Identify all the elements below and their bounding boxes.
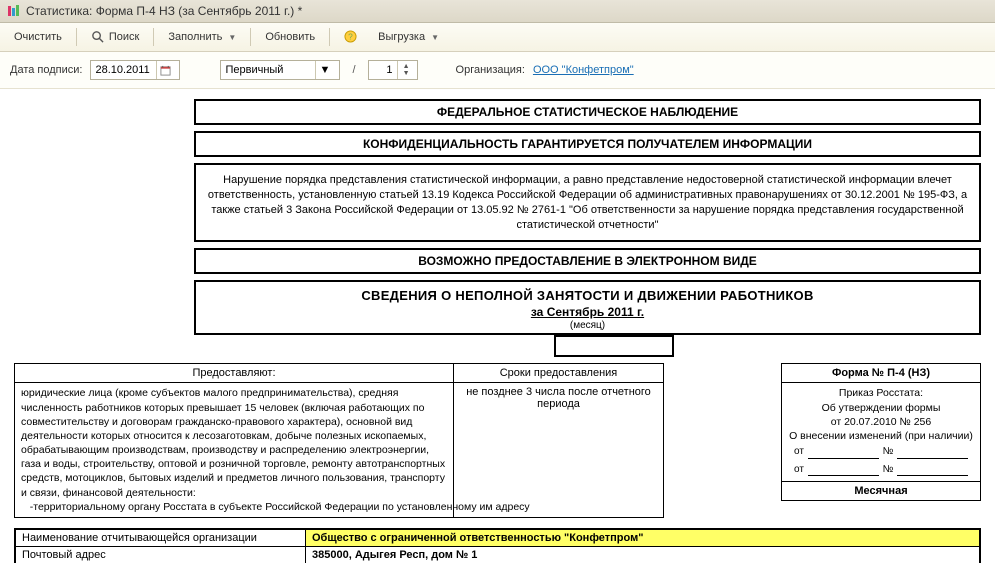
chevron-down-icon: ▼ xyxy=(431,33,439,42)
help-button[interactable]: ? xyxy=(336,26,366,48)
search-icon xyxy=(91,30,105,44)
order-from-line1: от№ xyxy=(788,443,974,461)
svg-text:?: ? xyxy=(348,31,353,41)
number-spinner[interactable]: ▲ ▼ xyxy=(368,60,418,80)
left-header: Предоставляют: xyxy=(14,363,454,383)
mid-body-cell: не позднее 3 числа после отчетного перио… xyxy=(454,383,664,518)
footer-addr-label: Почтовый адрес xyxy=(16,547,306,563)
order-info: Приказ Росстата: Об утверждении формы от… xyxy=(781,383,981,482)
order-line4: О внесении изменений (при наличии) xyxy=(789,430,973,442)
search-button[interactable]: Поиск xyxy=(83,26,147,48)
window-title: Статистика: Форма П-4 НЗ (за Сентябрь 20… xyxy=(26,4,302,18)
form-title-box: СВЕДЕНИЯ О НЕПОЛНОЙ ЗАНЯТОСТИ И ДВИЖЕНИИ… xyxy=(194,280,981,335)
footer-addr-value: 385000, Адыгея Респ, дом № 1 xyxy=(306,547,979,563)
right-order-block: Приказ Росстата: Об утверждении формы от… xyxy=(781,383,981,518)
toolbar-separator xyxy=(329,28,330,46)
info-grid: Предоставляют: Сроки предоставления Форм… xyxy=(14,363,981,383)
spin-up-icon[interactable]: ▲ xyxy=(403,63,410,70)
kind-combo[interactable]: ▼ xyxy=(220,60,340,80)
date-input-wrapper xyxy=(90,60,180,80)
footer-table: Наименование отчитывающейся организации … xyxy=(14,528,981,563)
refresh-label: Обновить xyxy=(265,31,315,43)
window-titlebar: Статистика: Форма П-4 НЗ (за Сентябрь 20… xyxy=(0,0,995,23)
calendar-icon[interactable] xyxy=(156,61,174,79)
toolbar-separator xyxy=(153,28,154,46)
export-button[interactable]: Выгрузка ▼ xyxy=(370,27,447,47)
period-code-box xyxy=(554,335,674,357)
chevron-down-icon[interactable]: ▼ xyxy=(315,61,333,79)
order-line2: Об утверждении формы xyxy=(822,402,941,414)
box-liability: Нарушение порядка представления статисти… xyxy=(194,163,981,242)
org-link[interactable]: ООО "Конфетпром" xyxy=(533,64,634,76)
form-title-l3: (месяц) xyxy=(206,320,969,331)
period-cell: Месячная xyxy=(781,482,981,501)
export-label: Выгрузка xyxy=(378,31,425,43)
box-federal: ФЕДЕРАЛЬНОЕ СТАТИСТИЧЕСКОЕ НАБЛЮДЕНИЕ xyxy=(194,99,981,125)
form-title-l2: за Сентябрь 2011 г. xyxy=(206,305,969,319)
help-icon: ? xyxy=(344,30,358,44)
chevron-down-icon: ▼ xyxy=(228,33,236,42)
toolbar-separator xyxy=(76,28,77,46)
footer-row-org: Наименование отчитывающейся организации … xyxy=(16,530,979,546)
toolbar: Очистить Поиск Заполнить ▼ Обновить ? Выг… xyxy=(0,23,995,52)
clear-label: Очистить xyxy=(14,31,62,43)
app-icon xyxy=(6,4,20,18)
box-electronic: ВОЗМОЖНО ПРЕДОСТАВЛЕНИЕ В ЭЛЕКТРОННОМ ВИ… xyxy=(194,248,981,274)
spin-input[interactable] xyxy=(369,64,397,76)
box-confidential: КОНФИДЕНЦИАЛЬНОСТЬ ГАРАНТИРУЕТСЯ ПОЛУЧАТ… xyxy=(194,131,981,157)
footer-org-label: Наименование отчитывающейся организации xyxy=(16,530,306,546)
form-title-l1: СВЕДЕНИЯ О НЕПОЛНОЙ ЗАНЯТОСТИ И ДВИЖЕНИИ… xyxy=(206,288,969,303)
mid-header: Сроки предоставления xyxy=(454,363,664,383)
clear-button[interactable]: Очистить xyxy=(6,27,70,47)
toolbar-separator xyxy=(250,28,251,46)
kind-input[interactable] xyxy=(221,64,315,76)
order-line3: от 20.07.2010 № 256 xyxy=(831,416,932,428)
info-body-row: юридические лица (кроме субъектов малого… xyxy=(14,383,981,518)
params-bar: Дата подписи: ▼ / ▲ ▼ Организация: ООО "… xyxy=(0,52,995,89)
fill-button[interactable]: Заполнить ▼ xyxy=(160,27,244,47)
document-area: ФЕДЕРАЛЬНОЕ СТАТИСТИЧЕСКОЕ НАБЛЮДЕНИЕ КО… xyxy=(0,89,995,573)
date-label: Дата подписи: xyxy=(10,64,82,76)
left-body-cell: юридические лица (кроме субъектов малого… xyxy=(14,383,454,518)
date-input[interactable] xyxy=(91,64,156,76)
left-body-text: юридические лица (кроме субъектов малого… xyxy=(21,387,445,498)
fill-label: Заполнить xyxy=(168,31,222,43)
order-from-line2: от№ xyxy=(788,461,974,479)
search-label: Поиск xyxy=(109,31,139,43)
form-number: Форма № П-4 (НЗ) xyxy=(781,363,981,383)
footer-org-value: Общество с ограниченной ответственностью… xyxy=(306,530,979,546)
spin-buttons: ▲ ▼ xyxy=(397,61,415,79)
spin-down-icon[interactable]: ▼ xyxy=(403,70,410,77)
slash-separator: / xyxy=(348,64,359,76)
footer-row-addr: Почтовый адрес 385000, Адыгея Респ, дом … xyxy=(16,546,979,563)
right-block: Форма № П-4 (НЗ) xyxy=(781,363,981,383)
refresh-button[interactable]: Обновить xyxy=(257,27,323,47)
order-line1: Приказ Росстата: xyxy=(839,387,923,399)
org-label: Организация: xyxy=(456,64,525,76)
